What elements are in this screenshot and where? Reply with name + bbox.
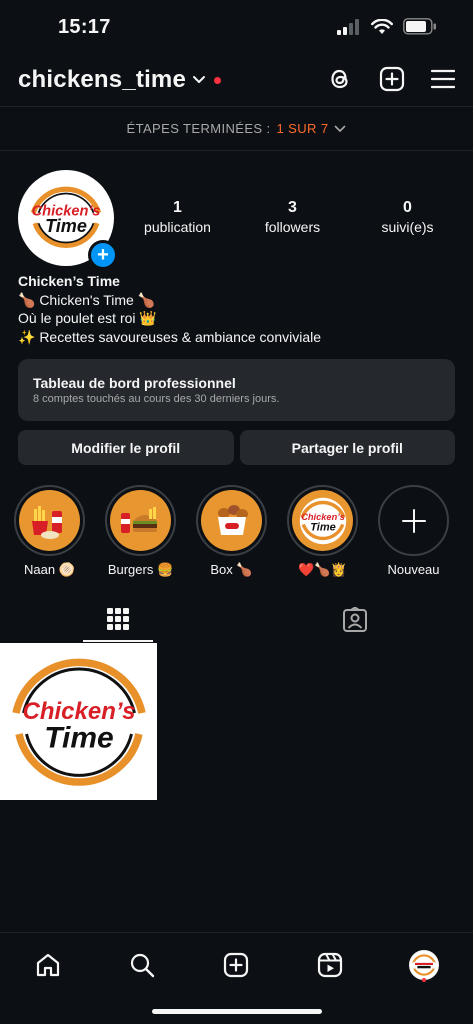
bio-line: 🍗 Chicken's Time 🍗 [18, 291, 156, 308]
signal-icon [337, 18, 359, 35]
status-icons [337, 18, 437, 35]
profile-bio: Chicken’s Time 🍗 Chicken's Time 🍗 Où le … [18, 272, 321, 346]
edit-profile-button[interactable]: Modifier le profil [18, 430, 234, 465]
svg-text:Time: Time [45, 216, 87, 236]
username: chickens_time [18, 66, 187, 93]
nav-home[interactable] [28, 945, 68, 985]
stat-posts[interactable]: 1 publication [120, 199, 235, 235]
nav-reels[interactable] [310, 945, 350, 985]
steps-progress: 1 SUR 7 [276, 121, 329, 136]
account-switcher[interactable]: chickens_time [18, 66, 222, 94]
highlight-burgers[interactable]: Burgers 🍔 [105, 485, 176, 578]
chickens-time-logo: Chicken’s Time [299, 497, 346, 544]
highlight-box[interactable]: Box 🍗 [196, 485, 267, 578]
profile-actions: Modifier le profil Partager le profil [18, 430, 455, 465]
stat-following-label: suivi(e)s [381, 219, 434, 235]
stat-posts-count: 1 [173, 199, 182, 216]
tab-tagged[interactable] [320, 598, 390, 642]
tab-posts-grid[interactable] [83, 598, 153, 642]
notification-dot [422, 978, 426, 982]
chevron-down-icon [193, 76, 206, 83]
status-bar: 15:17 [0, 0, 473, 56]
highlight-cover [201, 490, 262, 551]
svg-text:Chicken’s: Chicken’s [301, 511, 345, 521]
display-name: Chicken’s Time [18, 273, 120, 289]
wifi-icon [371, 18, 393, 34]
stat-posts-label: publication [144, 219, 211, 235]
reels-icon [317, 952, 343, 978]
menu-icon[interactable] [431, 69, 455, 89]
stat-following-count: 0 [403, 199, 412, 216]
steps-label: ÉTAPES TERMINÉES : [126, 121, 271, 136]
story-highlights: Naan 🫓 Burgers 🍔 Box 🍗 Chicken’s Time ❤️… [14, 485, 473, 578]
highlight-naan[interactable]: Naan 🫓 [14, 485, 85, 578]
post-thumbnail[interactable]: Chicken’s Time [0, 643, 157, 800]
grid-icon [107, 608, 129, 630]
status-time: 15:17 [58, 16, 111, 38]
battery-icon [403, 18, 436, 35]
highlight-label: Burgers 🍔 [107, 562, 174, 577]
highlight-ring [105, 485, 176, 556]
notification-dot [214, 76, 222, 84]
add-story-badge[interactable]: + [88, 240, 118, 270]
create-post-icon[interactable] [379, 66, 405, 92]
profile-avatar[interactable]: Chicken’s Time + [18, 170, 118, 270]
chicken-box-icon [217, 504, 248, 535]
highlight-label: Nouveau [387, 562, 440, 577]
highlight-label: Box 🍗 [210, 562, 253, 577]
professional-dashboard[interactable]: Tableau de bord professionnel 8 comptes … [18, 359, 455, 421]
profile-tabs [0, 598, 473, 642]
svg-text:Time: Time [44, 721, 113, 754]
svg-text:Time: Time [310, 521, 336, 533]
nav-search[interactable] [122, 945, 162, 985]
create-post-icon [223, 952, 249, 978]
dashboard-title: Tableau de bord professionnel [33, 375, 236, 391]
highlight-ring [196, 485, 267, 556]
highlight-cover [110, 490, 171, 551]
profile-avatar-icon [409, 950, 439, 980]
home-icon [36, 953, 60, 977]
search-icon [130, 953, 155, 978]
highlight-ring [14, 485, 85, 556]
chevron-down-icon [335, 125, 346, 132]
burger-icon [120, 506, 157, 533]
tagged-person-icon [343, 607, 367, 632]
profile-header: chickens_time [0, 58, 473, 104]
profile-stats: 1 publication 3 followers 0 suivi(e)s [120, 199, 465, 235]
share-profile-button[interactable]: Partager le profil [239, 430, 455, 465]
stat-followers-count: 3 [288, 199, 297, 216]
onboarding-steps-bar[interactable]: ÉTAPES TERMINÉES : 1 SUR 7 [0, 106, 473, 151]
plus-icon [401, 508, 426, 533]
bio-line: ✨ Recettes savoureuses & ambiance conviv… [18, 328, 322, 345]
nav-create[interactable] [216, 945, 256, 985]
dashboard-subtitle: 8 comptes touchés au cours des 30 dernie… [33, 393, 280, 405]
home-indicator [152, 1009, 322, 1014]
stat-followers-label: followers [264, 219, 321, 235]
chickens-time-logo: Chicken’s Time [11, 658, 146, 786]
highlight-heart-chicken-princess[interactable]: Chicken’s Time ❤️🍗👸 [287, 485, 358, 578]
fries-icon [31, 505, 62, 539]
highlight-ring [378, 485, 449, 556]
highlight-cover [19, 490, 80, 551]
highlight-new[interactable]: Nouveau [378, 485, 449, 578]
highlight-cover: Chicken’s Time [292, 490, 353, 551]
highlight-ring: Chicken’s Time [287, 485, 358, 556]
threads-icon[interactable] [327, 66, 353, 92]
bio-line: Où le poulet est roi 👑 [18, 310, 157, 326]
stat-followers[interactable]: 3 followers [235, 199, 350, 235]
header-actions [327, 66, 455, 92]
stat-following[interactable]: 0 suivi(e)s [350, 199, 465, 235]
highlight-label: Naan 🫓 [24, 562, 75, 577]
highlight-label: ❤️🍗👸 [298, 562, 347, 577]
